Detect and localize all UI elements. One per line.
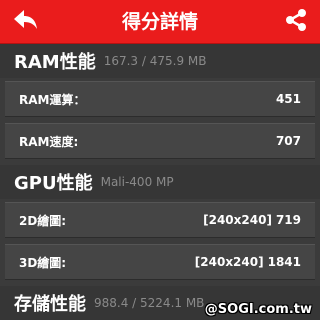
share-button[interactable]	[276, 4, 316, 40]
section-ram-header: RAM性能 167.3 / 475.9 MB	[0, 44, 320, 78]
row-label: RAM速度:	[19, 134, 79, 149]
score-row-ram-ops: RAM運算： 451	[5, 81, 315, 117]
row-label: 2D繪圖:	[19, 213, 67, 228]
share-icon	[284, 8, 308, 36]
watermark: @SOGI.com.tw	[204, 302, 312, 317]
title-bar: 得分詳情	[0, 0, 320, 44]
row-value-group: [240x240] 1841	[195, 255, 301, 269]
section-subtitle: 167.3 / 475.9 MB	[103, 54, 207, 68]
section-title: 存儲性能	[14, 294, 86, 315]
page-title: 得分詳情	[121, 11, 198, 33]
section-subtitle: Mali-400 MP	[100, 175, 174, 189]
section-subtitle: 988.4 / 5224.1 MB	[94, 296, 205, 310]
row-value: 451	[275, 92, 301, 106]
row-value: 1841	[267, 255, 301, 269]
row-resolution: [240x240]	[194, 255, 264, 269]
back-button[interactable]	[4, 4, 48, 40]
score-row-ram-speed: RAM速度: 707	[5, 123, 315, 159]
score-row-2d: 2D繪圖: [240x240] 719	[5, 202, 315, 238]
row-value: 707	[275, 134, 301, 148]
row-resolution: [240x240]	[203, 213, 272, 227]
row-value-group: [240x240] 719	[203, 213, 301, 227]
back-arrow-icon	[13, 9, 39, 35]
score-row-3d: 3D繪圖: [240x240] 1841	[5, 244, 315, 280]
section-title: RAM性能	[14, 52, 96, 73]
row-label: RAM運算：	[19, 92, 86, 107]
row-label: 3D繪圖:	[19, 255, 67, 270]
row-value: 719	[275, 213, 301, 227]
section-gpu-header: GPU性能 Mali-400 MP	[0, 165, 320, 199]
section-title: GPU性能	[14, 173, 93, 194]
